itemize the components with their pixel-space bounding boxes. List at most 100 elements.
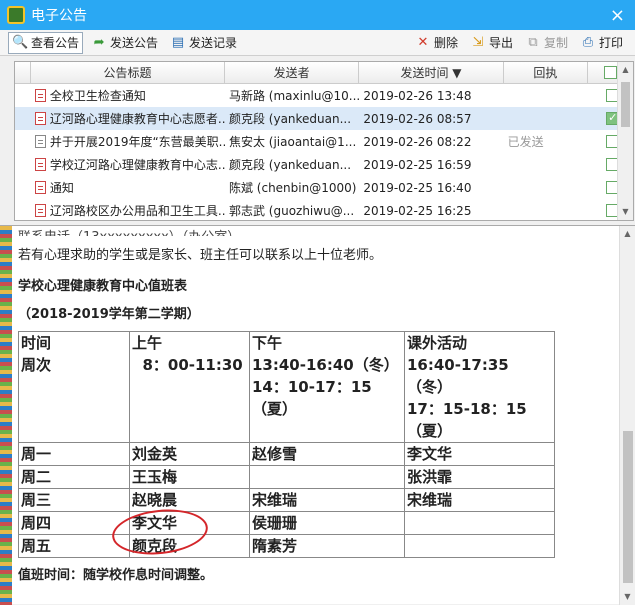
select-all-checkbox[interactable] [603,66,617,79]
row-receipt: 已发送 [507,135,544,149]
row-title-text: 学校辽河路心理健康教育中心志... [49,158,225,172]
document-icon [34,89,46,102]
announcement-row[interactable]: 通知 陈斌 (chenbin@1000) 2019-02-25 16:40 [15,176,633,199]
duty-row: 周二 王玉梅 张洪霏 [18,465,555,489]
printer-icon: ⎙ [582,35,594,50]
duty-header-row: 时间 周次 上午 8：00-11:30 下午 13:40-16:40（冬） 14… [18,331,555,443]
morning-cell: 刘金英 [129,442,250,466]
afternoon-cell: 隋素芳 [249,534,405,558]
announcement-row[interactable]: 学校辽河路心理健康教育中心志... 颜克段 (yankeduan... 2019-0… [15,153,633,176]
app-icon [7,6,25,24]
copy-icon: ⧉ [528,35,538,50]
row-sender: 马新路 (maxinlu@10... [228,89,360,103]
content-scrollbar[interactable]: ▲ ▼ [619,226,635,605]
morning-cell: 赵晓晨 [129,488,250,512]
announcement-content: 联系电话（13xxxxxxxxx）（办公室） 若有心理求助的学生或是家长、班主任… [0,225,635,605]
header-title[interactable]: 公告标题 [31,62,225,83]
close-icon[interactable]: × [610,5,625,26]
send-record-button[interactable]: ▤ 发送记录 [166,32,241,54]
row-title: 全校卫生检查通知 [31,87,225,104]
after-class-cell: 张洪霏 [404,465,555,489]
delete-button[interactable]: ✕ 删除 [411,32,462,54]
duty-row: 周一 刘金英 赵修雪 李文华 [18,442,555,466]
duty-row: 周三 赵晓晨 宋维瑞 宋维瑞 [18,488,555,512]
row-title-text: 通知 [49,181,74,195]
send-announcement-button[interactable]: ➦ 发送公告 [87,32,162,54]
row-title: 辽河路心理健康教育中心志愿者... [31,110,225,127]
magnifier-icon: 🔍 [12,35,29,50]
delete-label: 删除 [433,36,458,50]
print-button[interactable]: ⎙ 打印 [576,32,627,54]
day-cell: 周三 [18,488,130,512]
row-title-text: 全校卫生检查通知 [49,89,146,103]
duty-table: 时间 周次 上午 8：00-11:30 下午 13:40-16:40（冬） 14… [18,331,555,558]
list-scrollbar[interactable]: ▲ ▼ [617,62,633,220]
row-title: 辽河路校区办公用品和卫生工具... [31,202,225,219]
announcement-row[interactable]: 辽河路心理健康教育中心志愿者... 颜克段 (yankeduan... 2019-0… [15,107,633,130]
row-title-text: 并于开展2019年度“东营最美职... [49,135,225,149]
duty-table-title: 学校心理健康教育中心值班表 [18,279,188,294]
row-time: 2019-02-26 13:48 [363,88,472,103]
list-body: 全校卫生检查通知 马新路 (maxinlu@10... 2019-02-26 13:… [15,84,633,220]
document-icon [34,204,46,217]
header-afternoon: 下午 13:40-16:40（冬） 14：10-17：15 （夏） [249,331,405,443]
row-sender: 颜克段 (yankeduan... [228,112,352,126]
after-class-cell: 宋维瑞 [404,488,555,512]
send-arrow-icon: ➦ [93,35,105,50]
list-icon: ▤ [171,35,185,50]
row-title: 通知 [31,179,225,196]
view-announcements-button[interactable]: 🔍 查看公告 [8,31,84,54]
view-announcements-label: 查看公告 [31,36,80,50]
announcement-row[interactable]: 全校卫生检查通知 马新路 (maxinlu@10... 2019-02-26 13:… [15,84,633,107]
row-time: 2019-02-25 16:25 [363,203,472,218]
row-time: 2019-02-26 08:22 [363,134,472,149]
decorative-strip [0,226,12,605]
row-title-text: 辽河路校区办公用品和卫生工具... [49,204,225,218]
announcement-row[interactable]: 辽河路校区办公用品和卫生工具... 郭志武 (guozhiwu@... 2019-0… [15,199,633,220]
toolbar: 🔍 查看公告 ➦ 发送公告 ▤ 发送记录 ✕ 删除 ⇲ 导出 ⧉ 复制 ⎙ 打印 [0,30,635,56]
header-morning: 上午 8：00-11:30 [129,331,250,443]
row-sender: 郭志武 (guozhiwu@... [228,204,355,218]
header-sender[interactable]: 发送者 [225,62,360,83]
row-time: 2019-02-26 08:57 [363,111,472,126]
send-record-label: 发送记录 [189,36,238,50]
scroll-down-icon[interactable]: ▼ [618,204,633,220]
document-icon [34,158,46,171]
export-label: 导出 [488,36,513,50]
print-label: 打印 [598,36,623,50]
clipped-line: 联系电话（13xxxxxxxxx）（办公室） [18,226,618,236]
scroll-up-icon[interactable]: ▲ [620,226,635,242]
after-class-cell [404,511,555,535]
document-icon [34,135,46,148]
duty-row: 周五 颜克段 隋素芳 [18,534,555,558]
document-icon [34,112,46,125]
scroll-up-icon[interactable]: ▲ [618,62,633,78]
announcement-list: 公告标题 发送者 发送时间 ▼ 回执 全校卫生检查通知 马新路 (maxinlu@… [14,61,634,221]
export-button[interactable]: ⇲ 导出 [466,32,517,54]
export-icon: ⇲ [472,35,484,50]
row-sender: 焦安太 (jiaoantai@1... [228,135,357,149]
content-body: 联系电话（13xxxxxxxxx）（办公室） 若有心理求助的学生或是家长、班主任… [18,226,618,583]
window-title: 电子公告 [31,8,87,24]
header-receipt[interactable]: 回执 [504,62,589,83]
title-bar: 电子公告 × [0,0,635,30]
header-time[interactable]: 发送时间 ▼ [359,62,504,83]
header-icon-col [15,62,31,83]
afternoon-cell: 赵修雪 [249,442,405,466]
afternoon-cell [249,465,405,489]
row-time: 2019-02-25 16:59 [363,157,472,172]
after-class-cell [404,534,555,558]
afternoon-cell: 宋维瑞 [249,488,405,512]
document-icon [34,181,46,194]
scroll-down-icon[interactable]: ▼ [620,589,635,605]
announcement-row[interactable]: 并于开展2019年度“东营最美职... 焦安太 (jiaoantai@1... 20… [15,130,633,153]
list-header: 公告标题 发送者 发送时间 ▼ 回执 [15,62,633,84]
row-title: 学校辽河路心理健康教育中心志... [31,156,225,173]
content-scroll-thumb[interactable] [623,431,633,583]
list-scroll-thumb[interactable] [621,82,630,127]
duty-table-subtitle: （2018-2019学年第二学期） [18,307,200,322]
day-cell: 周二 [18,465,130,489]
row-sender: 陈斌 (chenbin@1000) [228,181,357,195]
copy-label: 复制 [543,36,568,50]
copy-button[interactable]: ⧉ 复制 [521,32,572,54]
